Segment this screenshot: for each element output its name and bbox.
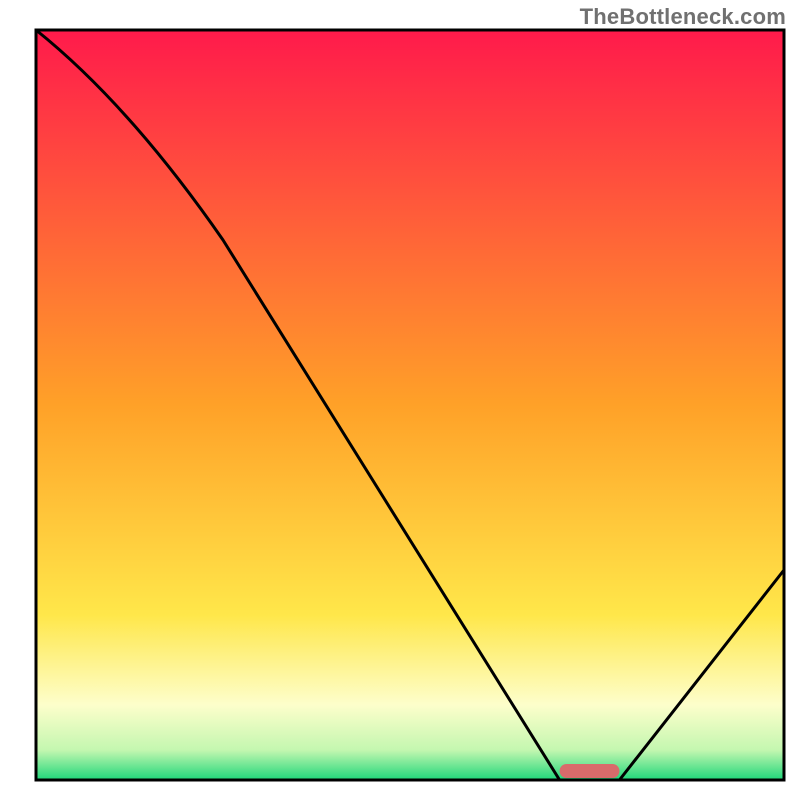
chart-svg — [0, 0, 800, 800]
optimum-marker — [560, 764, 620, 778]
chart-container: TheBottleneck.com — [0, 0, 800, 800]
